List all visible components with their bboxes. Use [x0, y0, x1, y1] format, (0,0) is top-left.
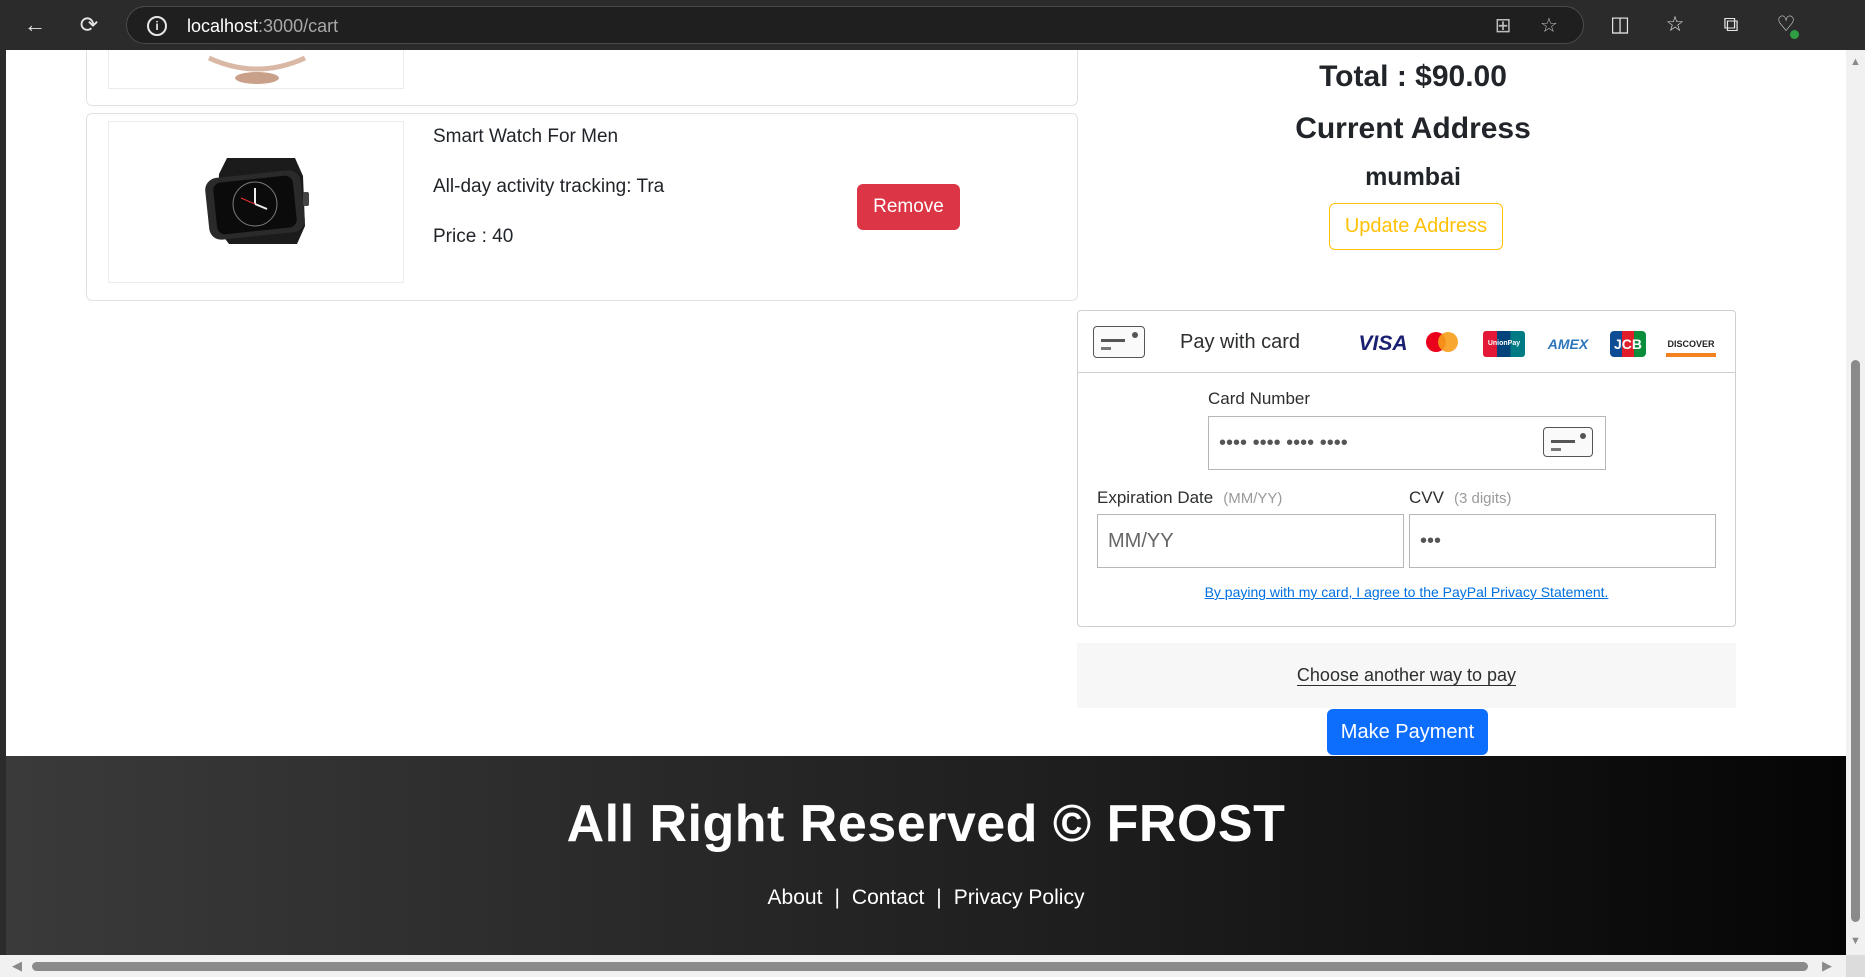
scroll-down-arrow-icon[interactable]: ▼ — [1850, 935, 1861, 947]
horizontal-scrollbar[interactable]: ◀ ▶ — [0, 955, 1846, 977]
scrollbar-corner — [1846, 955, 1865, 977]
pay-with-card-header[interactable]: Pay with card VISA UnionPay AMEX JCB DIS… — [1078, 311, 1735, 373]
remove-button[interactable]: Remove — [857, 184, 960, 230]
credit-card-icon — [1093, 326, 1145, 358]
url-text[interactable]: localhost:3000/cart — [187, 16, 338, 37]
choose-another-way[interactable]: Choose another way to pay — [1077, 643, 1736, 708]
vertical-scrollbar[interactable]: ▲ ▼ — [1846, 50, 1865, 955]
apps-icon[interactable]: ⊞ — [1491, 14, 1515, 38]
cart-item — [86, 50, 1078, 106]
horizontal-scroll-thumb[interactable] — [32, 962, 1808, 971]
footer-link-about[interactable]: About — [768, 886, 823, 909]
cart-item: Smart Watch For Men All-day activity tra… — [86, 113, 1078, 301]
smart-watch-image — [205, 158, 309, 244]
product-description: All-day activity tracking: Tra — [433, 176, 665, 197]
split-screen-icon[interactable]: ◫ — [1606, 11, 1634, 39]
site-info-icon[interactable]: i — [147, 16, 167, 36]
back-icon[interactable]: ← — [20, 10, 50, 40]
favorite-star-icon[interactable]: ☆ — [1537, 14, 1561, 38]
footer-title: All Right Reserved © FROST — [566, 795, 1286, 853]
expiration-label: Expiration Date (MM/YY) — [1097, 488, 1283, 507]
paypal-card-form: Pay with card VISA UnionPay AMEX JCB DIS… — [1077, 310, 1736, 627]
cvv-label: CVV (3 digits) — [1409, 488, 1512, 507]
card-number-field[interactable]: •••• •••• •••• •••• — [1208, 416, 1606, 470]
product-price: Price : 40 — [433, 226, 514, 247]
mastercard-icon — [1422, 331, 1462, 357]
discover-icon: DISCOVER — [1666, 331, 1716, 357]
paypal-privacy-link[interactable]: By paying with my card, I agree to the P… — [1078, 584, 1735, 600]
status-dot — [1790, 30, 1799, 39]
product-image — [108, 121, 404, 283]
scroll-left-arrow-icon[interactable]: ◀ — [12, 958, 22, 974]
footer-separator: | — [936, 886, 942, 909]
choose-another-way-link[interactable]: Choose another way to pay — [1296, 665, 1517, 686]
product-image-partial — [207, 55, 307, 84]
footer-link-contact[interactable]: Contact — [852, 886, 924, 909]
pay-with-card-label: Pay with card — [1180, 331, 1301, 353]
card-number-icon — [1543, 427, 1593, 457]
refresh-icon[interactable]: ⟳ — [74, 10, 104, 40]
product-name: Smart Watch For Men — [433, 126, 619, 147]
product-image — [108, 50, 404, 89]
cart-total: Total : $90.00 — [1319, 60, 1507, 93]
site-footer: All Right Reserved © FROST About | Contact… — [6, 756, 1846, 955]
make-payment-button[interactable]: Make Payment — [1327, 709, 1488, 755]
cvv-field[interactable]: ••• — [1409, 514, 1716, 568]
browser-toolbar: ← ⟳ i localhost:3000/cart ⊞ ☆ ◫ ☆ ⧉ ♡ — [0, 0, 1865, 50]
card-number-label: Card Number — [1208, 389, 1311, 408]
scroll-right-arrow-icon[interactable]: ▶ — [1822, 958, 1832, 974]
scroll-up-arrow-icon[interactable]: ▲ — [1850, 56, 1861, 68]
favorites-icon[interactable]: ☆ — [1661, 11, 1689, 39]
amex-icon: AMEX — [1547, 336, 1589, 352]
update-address-button[interactable]: Update Address — [1329, 203, 1503, 250]
address-heading: Current Address — [1295, 112, 1531, 145]
page-viewport: Smart Watch For Men All-day activity tra… — [6, 50, 1846, 955]
vertical-scroll-thumb[interactable] — [1851, 360, 1860, 922]
footer-links: About | Contact | Privacy Policy — [6, 886, 1846, 910]
footer-link-privacy[interactable]: Privacy Policy — [954, 886, 1085, 909]
visa-icon: VISA — [1358, 332, 1408, 355]
unionpay-icon: UnionPay — [1483, 331, 1525, 357]
collections-icon[interactable]: ⧉ — [1717, 11, 1745, 39]
current-address: mumbai — [1365, 163, 1461, 191]
expiration-field[interactable]: MM/YY — [1097, 514, 1404, 568]
address-bar[interactable]: i localhost:3000/cart ⊞ ☆ — [126, 6, 1584, 44]
jcb-icon: JCB — [1610, 331, 1646, 357]
footer-separator: | — [834, 886, 840, 909]
